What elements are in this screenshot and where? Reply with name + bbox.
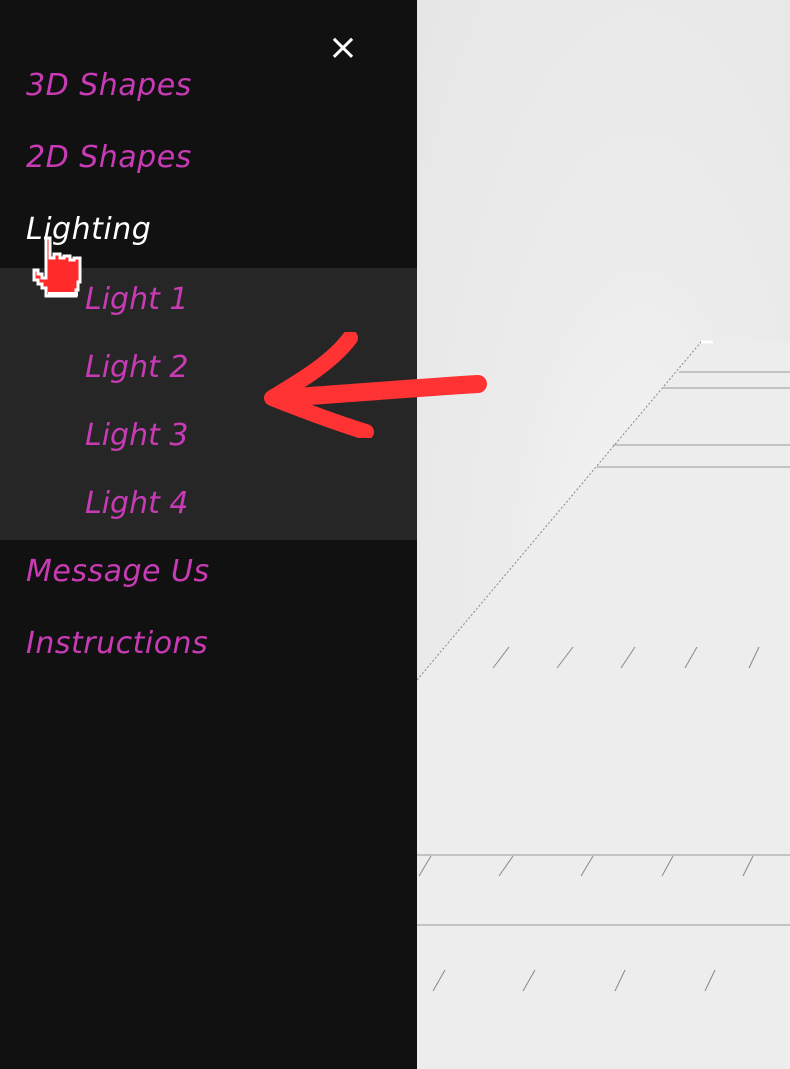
submenu-item-light-3[interactable]: Light 3 [85, 418, 189, 453]
submenu-item-light-1[interactable]: Light 1 [85, 282, 189, 317]
app-stage: × 3D Shapes 2D Shapes Lighting Light 1 L… [0, 0, 790, 1069]
wireframe-scene [417, 340, 790, 1069]
side-navigation: × 3D Shapes 2D Shapes Lighting Light 1 L… [0, 0, 417, 1069]
3d-canvas[interactable] [417, 0, 790, 1069]
scene-plane [417, 342, 790, 1069]
red-arrow-icon [264, 332, 487, 438]
nav-item-instructions[interactable]: Instructions [26, 626, 208, 661]
nav-item-2d-shapes[interactable]: 2D Shapes [26, 140, 192, 175]
submenu-item-light-2[interactable]: Light 2 [85, 350, 189, 385]
close-icon[interactable]: × [326, 28, 360, 68]
nav-item-message-us[interactable]: Message Us [26, 554, 210, 589]
nav-item-3d-shapes[interactable]: 3D Shapes [26, 68, 192, 103]
hand-pointer-icon [32, 236, 82, 298]
submenu-item-light-4[interactable]: Light 4 [85, 486, 189, 521]
